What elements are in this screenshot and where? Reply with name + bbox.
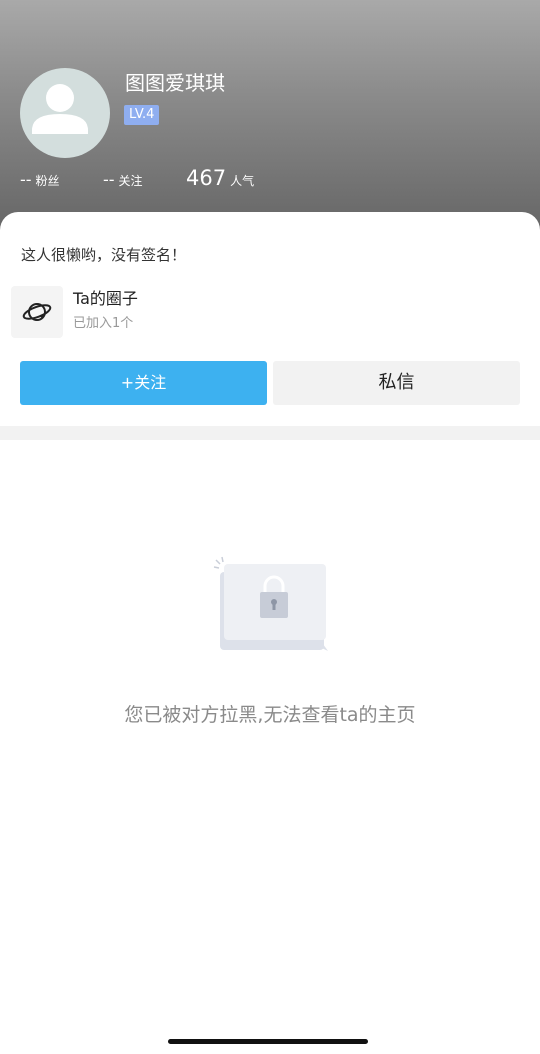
default-avatar-icon — [32, 84, 88, 134]
popularity-label: 人气 — [230, 174, 255, 188]
level-badge: LV.4 — [124, 105, 160, 125]
username: 图图爱琪琪 — [125, 71, 225, 95]
stat-popularity: 467 人气 — [186, 166, 254, 190]
avatar[interactable] — [20, 68, 110, 158]
lock-icon — [213, 556, 328, 651]
stat-following[interactable]: -- 关注 — [103, 170, 143, 189]
profile-card: 这人很懒哟，没有签名！ Ta的圈子 已加入1个 +关注 私信 您已被对方拉黑,无… — [0, 212, 540, 1054]
message-button[interactable]: 私信 — [273, 361, 520, 405]
circle-subtitle: 已加入1个 — [73, 316, 134, 331]
planet-icon — [22, 303, 52, 321]
following-label: 关注 — [118, 174, 143, 188]
circle-icon-box — [11, 286, 63, 338]
stat-fans[interactable]: -- 粉丝 — [20, 170, 60, 189]
follow-button[interactable]: +关注 — [20, 361, 267, 405]
bio-text: 这人很懒哟，没有签名！ — [21, 246, 187, 264]
circle-title: Ta的圈子 — [73, 289, 138, 308]
blocked-message: 您已被对方拉黑,无法查看ta的主页 — [124, 704, 416, 726]
fans-count: -- — [20, 170, 32, 189]
popularity-count: 467 — [186, 166, 227, 190]
fans-label: 粉丝 — [35, 174, 60, 188]
section-divider — [0, 426, 540, 440]
home-indicator[interactable] — [168, 1039, 368, 1044]
following-count: -- — [103, 170, 115, 189]
